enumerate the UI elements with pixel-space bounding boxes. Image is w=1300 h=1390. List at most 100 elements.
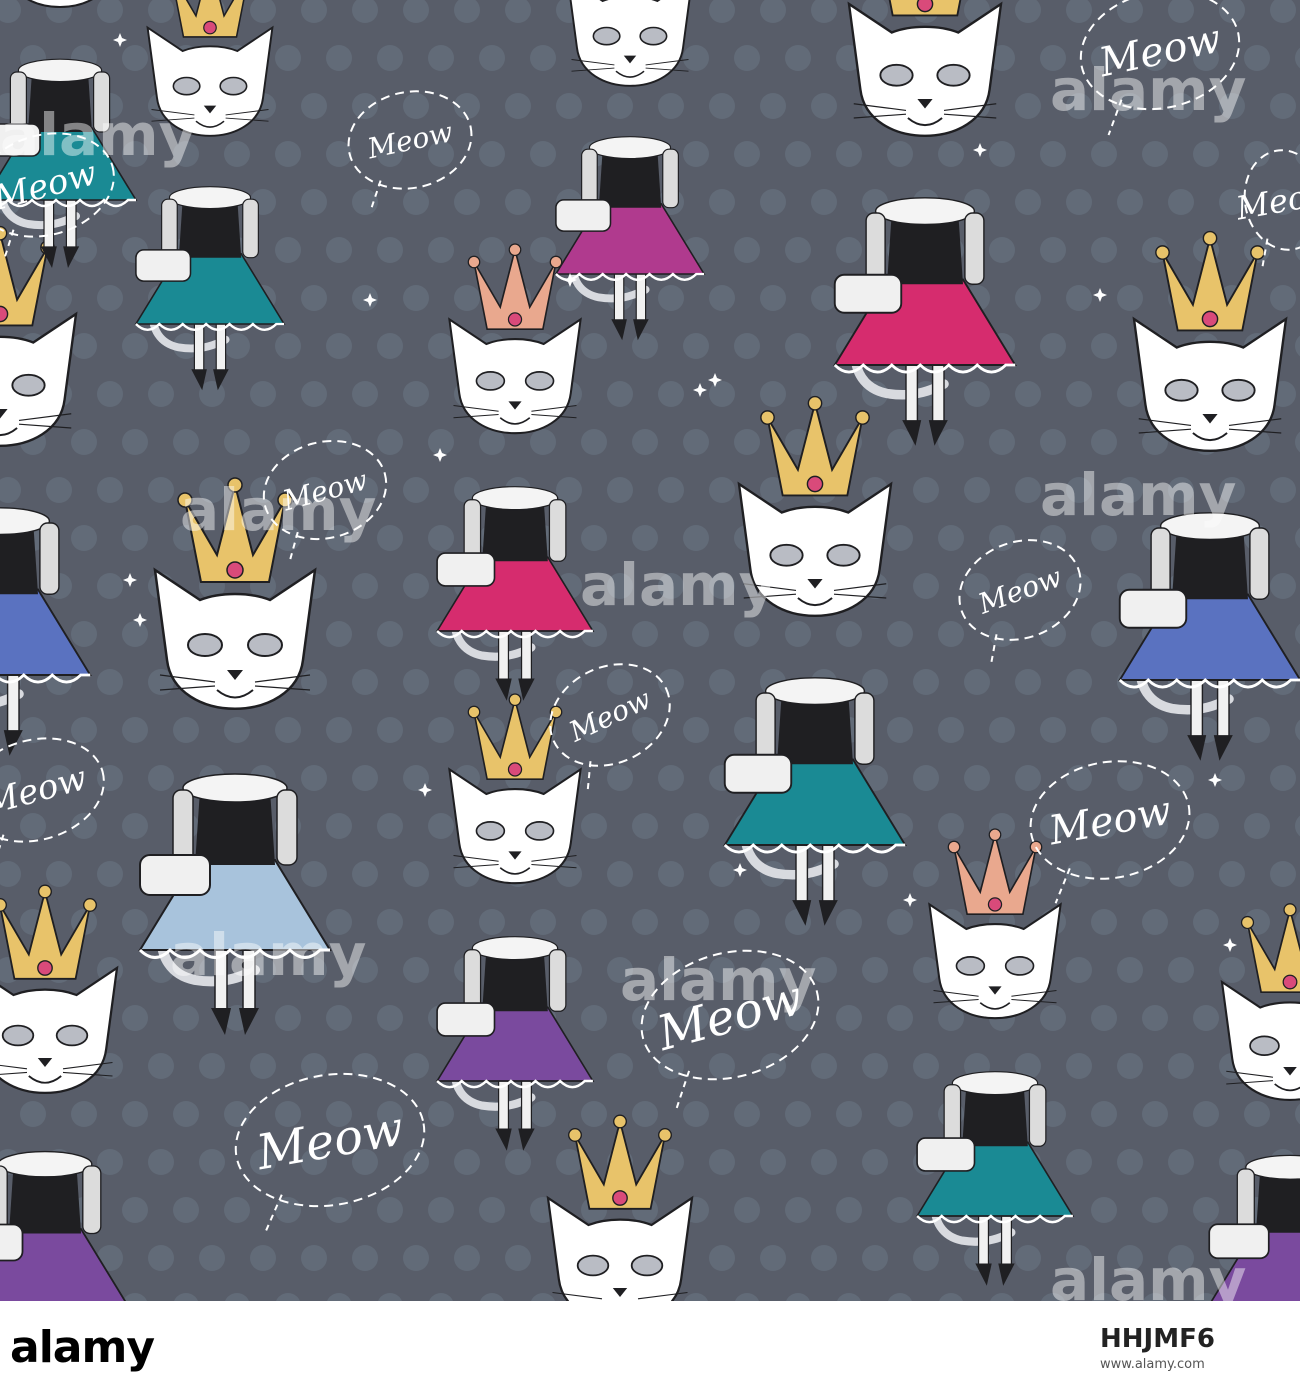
polka-dot (1091, 333, 1117, 359)
polka-dot (1168, 861, 1194, 887)
polka-dot (913, 765, 939, 791)
polka-dot (428, 909, 454, 935)
polka-dot (887, 1197, 913, 1223)
polka-dot (1168, 1149, 1194, 1175)
polka-dot (352, 861, 378, 887)
polka-dot (71, 717, 97, 743)
cat-collar (0, 1150, 93, 1178)
polka-dot (301, 765, 327, 791)
polka-dot (301, 93, 327, 119)
polka-dot (1066, 573, 1092, 599)
polka-dot (658, 861, 684, 887)
polka-dot (275, 429, 301, 455)
polka-dot (428, 237, 454, 263)
polka-dot (479, 45, 505, 71)
polka-dot (607, 477, 633, 503)
polka-dot (326, 813, 352, 839)
polka-dot (1066, 1053, 1092, 1079)
polka-dot (1168, 1053, 1194, 1079)
polka-dot (1066, 957, 1092, 983)
basket-icon (0, 1223, 24, 1262)
polka-dot (148, 477, 174, 503)
polka-dot (734, 909, 760, 935)
cat-arm (242, 198, 259, 259)
polka-dot (403, 1053, 429, 1079)
basket-icon (436, 552, 496, 587)
polka-dot (199, 1245, 225, 1271)
polka-dot (97, 285, 123, 311)
polka-dot (1219, 861, 1245, 887)
polka-dot (632, 813, 658, 839)
cat-leg (635, 273, 647, 322)
polka-dot (326, 717, 352, 743)
cat-arm (964, 212, 985, 285)
polka-dot (122, 621, 148, 647)
polka-dot (1244, 1101, 1270, 1127)
cat-arm (548, 499, 567, 562)
polka-dot (887, 1005, 913, 1031)
polka-dot (938, 621, 964, 647)
polka-dot (1091, 909, 1117, 935)
polka-dot (1142, 909, 1168, 935)
polka-dot (1193, 1197, 1219, 1223)
polka-dot (46, 285, 72, 311)
basket-icon (135, 249, 192, 282)
polka-dot (734, 1197, 760, 1223)
polka-dot (530, 141, 556, 167)
polka-dot (581, 909, 607, 935)
polka-dot (1168, 765, 1194, 791)
polka-dot (505, 1245, 531, 1271)
polka-dot (173, 1101, 199, 1127)
polka-dot (479, 141, 505, 167)
polka-dot (1117, 1053, 1143, 1079)
cat-eye (955, 956, 986, 976)
cat-leg (6, 674, 20, 733)
polka-dot (530, 1101, 556, 1127)
polka-dot (1219, 765, 1245, 791)
cat-eye (247, 633, 283, 657)
cat-arm (548, 949, 567, 1012)
polka-dot (479, 237, 505, 263)
polka-dot (377, 1005, 403, 1031)
polka-dot (581, 813, 607, 839)
polka-dot (683, 717, 709, 743)
polka-dot (326, 1197, 352, 1223)
polka-dot (734, 621, 760, 647)
polka-dot (199, 1053, 225, 1079)
polka-dot (632, 621, 658, 647)
polka-dot (148, 1053, 174, 1079)
polka-dot (428, 813, 454, 839)
polka-dot (836, 621, 862, 647)
polka-dot (989, 141, 1015, 167)
polka-dot (913, 573, 939, 599)
polka-dot (505, 189, 531, 215)
polka-dot (938, 141, 964, 167)
polka-dot (428, 1197, 454, 1223)
polka-dot (1270, 861, 1296, 887)
basket-icon (555, 199, 612, 232)
polka-dot (607, 93, 633, 119)
polka-dot (46, 477, 72, 503)
polka-dot (122, 45, 148, 71)
polka-dot (352, 669, 378, 695)
cat-leg (193, 323, 205, 372)
polka-dot (377, 525, 403, 551)
polka-dot (862, 861, 888, 887)
polka-dot (658, 93, 684, 119)
polka-dot (709, 1149, 735, 1175)
polka-dot (1142, 1101, 1168, 1127)
polka-dot (46, 861, 72, 887)
polka-dot (1168, 189, 1194, 215)
cat-leg (215, 323, 227, 372)
polka-dot (887, 717, 913, 743)
polka-dot (352, 285, 378, 311)
watermark-text: alamy (180, 476, 376, 544)
polka-dot (1193, 813, 1219, 839)
polka-dot (326, 333, 352, 359)
polka-dot (734, 429, 760, 455)
cat-princess-pattern: Meow Meow Meow Meow Meow Meow Meow Meow Meow Meow… (0, 0, 1300, 1301)
polka-dot (760, 93, 786, 119)
cat-collar (168, 186, 252, 210)
footer-logo: alamy (10, 1322, 155, 1373)
polka-dot (658, 765, 684, 791)
